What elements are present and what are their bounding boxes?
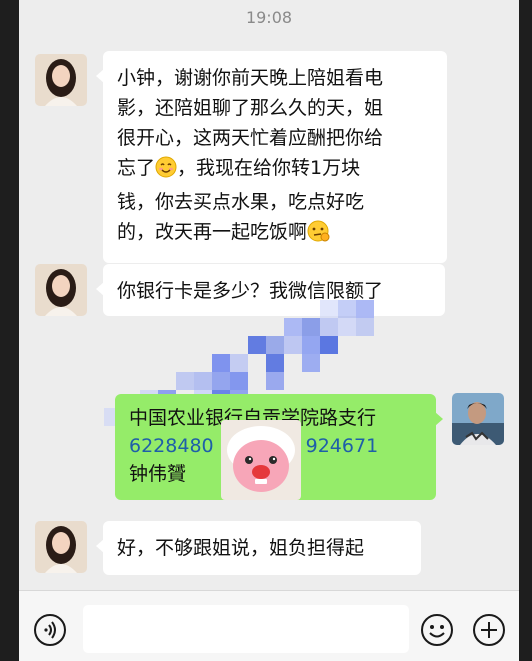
- mosaic-cell: [248, 336, 266, 354]
- contact-avatar[interactable]: [35, 264, 87, 316]
- smiley-icon: [421, 614, 453, 646]
- thinking-emoji-icon: [307, 220, 331, 251]
- message-line: 忘了 ，我现在给你转1万块: [117, 153, 433, 187]
- mosaic-cell: [320, 336, 338, 354]
- smile-emoji-icon: [155, 156, 177, 187]
- pink-mascot-sticker-icon: [221, 420, 301, 500]
- message-text: 好，不够跟姐说，姐负担得起: [117, 537, 365, 559]
- message-text: 的，改天再一起吃饭啊: [117, 221, 308, 243]
- message-text: ，我现在给你转1万块: [177, 157, 361, 179]
- woman-portrait-icon: [35, 521, 87, 573]
- mosaic-cell: [284, 336, 302, 354]
- message-line: 很开心，这两天忙着应酬把你给: [117, 127, 384, 149]
- contact-avatar[interactable]: [35, 521, 87, 573]
- mosaic-cell: [356, 300, 374, 318]
- card-number-start: 6228480: [129, 435, 214, 457]
- message-input[interactable]: [83, 605, 409, 653]
- mosaic-cell: [302, 318, 320, 336]
- message-line: 钱，你去买点水果，吃点好吃: [117, 191, 365, 213]
- message-line: 的，改天再一起吃饭啊: [117, 217, 433, 251]
- mosaic-cell: [302, 336, 320, 354]
- mosaic-cell: [338, 318, 356, 336]
- status-time: 19:08: [245, 8, 293, 27]
- message-text: 忘了: [117, 157, 156, 179]
- chat-screen: 19:08 小钟，谢谢你前天晚上陪姐看电 影，还陪姐聊了那么久的天，姐 很开心，…: [19, 0, 519, 661]
- woman-portrait-icon: [35, 264, 87, 316]
- emoji-button[interactable]: [420, 613, 454, 647]
- mosaic-cell: [176, 372, 194, 390]
- message-bubble-received[interactable]: 小钟，谢谢你前天晚上陪姐看电 影，还陪姐聊了那么久的天，姐 很开心，这两天忙着应…: [96, 51, 447, 263]
- more-button[interactable]: [472, 613, 506, 647]
- mosaic-cell: [320, 300, 338, 318]
- input-bar: [19, 590, 519, 661]
- mosaic-cell: [266, 336, 284, 354]
- card-number-end: 924671: [305, 435, 379, 457]
- mosaic-cell: [194, 372, 212, 390]
- mosaic-cell: [212, 372, 230, 390]
- message-line: 影，还陪姐聊了那么久的天，姐: [117, 97, 384, 119]
- mosaic-cell: [266, 372, 284, 390]
- mosaic-cell: [302, 354, 320, 372]
- mosaic-cell: [356, 318, 374, 336]
- voice-icon: [34, 614, 66, 646]
- mosaic-cell: [212, 354, 230, 372]
- woman-portrait-icon: [35, 54, 87, 106]
- message-bubble-received[interactable]: 好，不够跟姐说，姐负担得起: [96, 521, 421, 575]
- contact-avatar[interactable]: [35, 54, 87, 106]
- mosaic-cell: [266, 354, 284, 372]
- mosaic-cell: [230, 372, 248, 390]
- man-portrait-icon: [452, 393, 504, 445]
- mosaic-cell: [284, 318, 302, 336]
- message-line: 小钟，谢谢你前天晚上陪姐看电: [117, 67, 384, 89]
- user-avatar[interactable]: [452, 393, 504, 445]
- voice-button[interactable]: [33, 613, 67, 647]
- mosaic-cell: [230, 354, 248, 372]
- plus-icon: [473, 614, 505, 646]
- mosaic-cell: [320, 318, 338, 336]
- mosaic-cell: [338, 300, 356, 318]
